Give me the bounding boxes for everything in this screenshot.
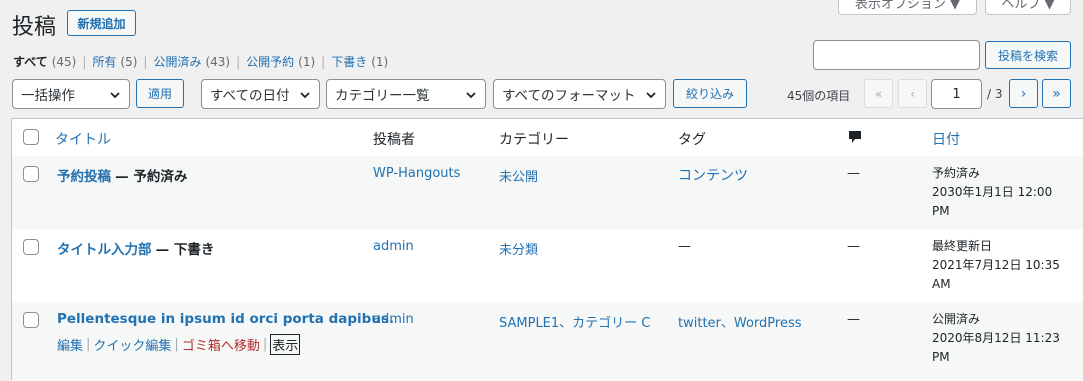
column-date[interactable]: 日付: [932, 129, 960, 149]
filter-button[interactable]: 絞り込み: [673, 79, 747, 108]
help-tab[interactable]: ヘルプ ▼: [985, 0, 1071, 15]
screen-options-tab[interactable]: 表示オプション ▼: [838, 0, 977, 15]
chevron-down-icon: [300, 92, 310, 99]
chevron-down-icon: [110, 92, 120, 99]
view-all[interactable]: すべて (45): [13, 53, 76, 70]
table-row: タイトル入力部 — 下書き admin 未分類 — — 最終更新日 2021年7…: [12, 229, 1083, 302]
posts-table: タイトル 投稿者 カテゴリー タグ 日付 予約投稿 — 予約済み WP-Hang…: [11, 118, 1083, 381]
last-page-button[interactable]: »: [1042, 79, 1071, 108]
page-title: 投稿: [12, 15, 57, 40]
post-author[interactable]: WP-Hangouts: [373, 166, 460, 181]
next-page-button[interactable]: ›: [1009, 79, 1038, 108]
chevron-down-icon: [466, 92, 476, 99]
help-label: ヘルプ ▼: [1001, 0, 1055, 12]
comment-bubble-icon[interactable]: [848, 130, 862, 145]
column-tags: タグ: [678, 132, 706, 148]
post-title-link[interactable]: 予約投稿: [57, 169, 111, 185]
column-categories: カテゴリー: [499, 132, 569, 148]
select-all-checkbox[interactable]: [23, 129, 39, 145]
trash-link[interactable]: ゴミ箱へ移動: [182, 335, 260, 354]
table-row: 予約投稿 — 予約済み WP-Hangouts 未公開 コンテンツ — 予約済み…: [12, 156, 1083, 229]
bulk-action-select[interactable]: 一括操作: [12, 79, 130, 109]
post-date: 予約済み 2030年1月1日 12:00 PM: [932, 166, 1053, 218]
view-scheduled[interactable]: 公開予約 (1): [246, 53, 315, 70]
post-categories[interactable]: 未公開: [499, 166, 538, 185]
row-checkbox[interactable]: [23, 239, 39, 255]
post-author[interactable]: admin: [373, 239, 414, 254]
post-state: — 予約済み: [115, 169, 188, 185]
post-date: 公開済み 2020年8月12日 11:23 PM: [932, 312, 1060, 364]
table-header: タイトル 投稿者 カテゴリー タグ 日付: [12, 119, 1083, 157]
view-link[interactable]: 表示: [270, 334, 301, 355]
table-row: Pellentesque in ipsum id orci porta dapi…: [12, 302, 1083, 381]
post-date: 最終更新日 2021年7月12日 10:35 AM: [932, 239, 1060, 291]
items-count: 45個の項目: [787, 89, 851, 103]
format-filter-select[interactable]: すべてのフォーマット: [493, 79, 666, 109]
post-title-link[interactable]: Pellentesque in ipsum id orci porta dapi…: [57, 311, 394, 327]
row-checkbox[interactable]: [23, 166, 39, 182]
post-tags[interactable]: twitter、WordPress: [678, 312, 802, 331]
apply-button[interactable]: 適用: [136, 79, 184, 108]
screen-options-label: 表示オプション ▼: [854, 0, 961, 12]
first-page-button[interactable]: «: [864, 79, 893, 108]
row-actions: 編集 | クイック編集 | ゴミ箱へ移動 | 表示: [57, 334, 301, 355]
post-tags[interactable]: コンテンツ: [678, 165, 748, 185]
view-published[interactable]: 公開済み (43): [153, 53, 230, 70]
post-categories[interactable]: 未分類: [499, 239, 538, 258]
search-posts-button[interactable]: 投稿を検索: [985, 41, 1071, 69]
category-filter-select[interactable]: カテゴリー一覧: [326, 79, 486, 109]
post-comments: —: [847, 239, 860, 254]
post-comments: —: [847, 312, 860, 327]
row-checkbox[interactable]: [23, 312, 39, 328]
post-status-views: すべて (45) | 所有 (5) | 公開済み (43) | 公開予約 (1) | 下…: [13, 53, 389, 70]
prev-page-button[interactable]: ‹: [898, 79, 927, 108]
post-categories[interactable]: SAMPLE1、カテゴリー C: [499, 312, 650, 331]
post-comments: —: [847, 166, 860, 181]
column-author: 投稿者: [373, 132, 415, 148]
total-pages: / 3: [987, 87, 1003, 101]
current-page-input[interactable]: 1: [931, 79, 982, 109]
view-drafts[interactable]: 下書き (1): [331, 53, 388, 70]
post-state: — 下書き: [155, 242, 215, 258]
post-author[interactable]: admin: [373, 312, 414, 327]
chevron-down-icon: [646, 92, 656, 99]
edit-link[interactable]: 編集: [57, 335, 83, 354]
post-tags: —: [678, 239, 691, 254]
quick-edit-link[interactable]: クイック編集: [93, 335, 171, 354]
view-mine[interactable]: 所有 (5): [92, 53, 137, 70]
post-search-input[interactable]: [813, 40, 980, 70]
post-title-link[interactable]: タイトル入力部: [57, 242, 152, 258]
column-title[interactable]: タイトル: [55, 129, 111, 149]
date-filter-select[interactable]: すべての日付: [201, 79, 320, 109]
add-new-button[interactable]: 新規追加: [67, 10, 136, 36]
